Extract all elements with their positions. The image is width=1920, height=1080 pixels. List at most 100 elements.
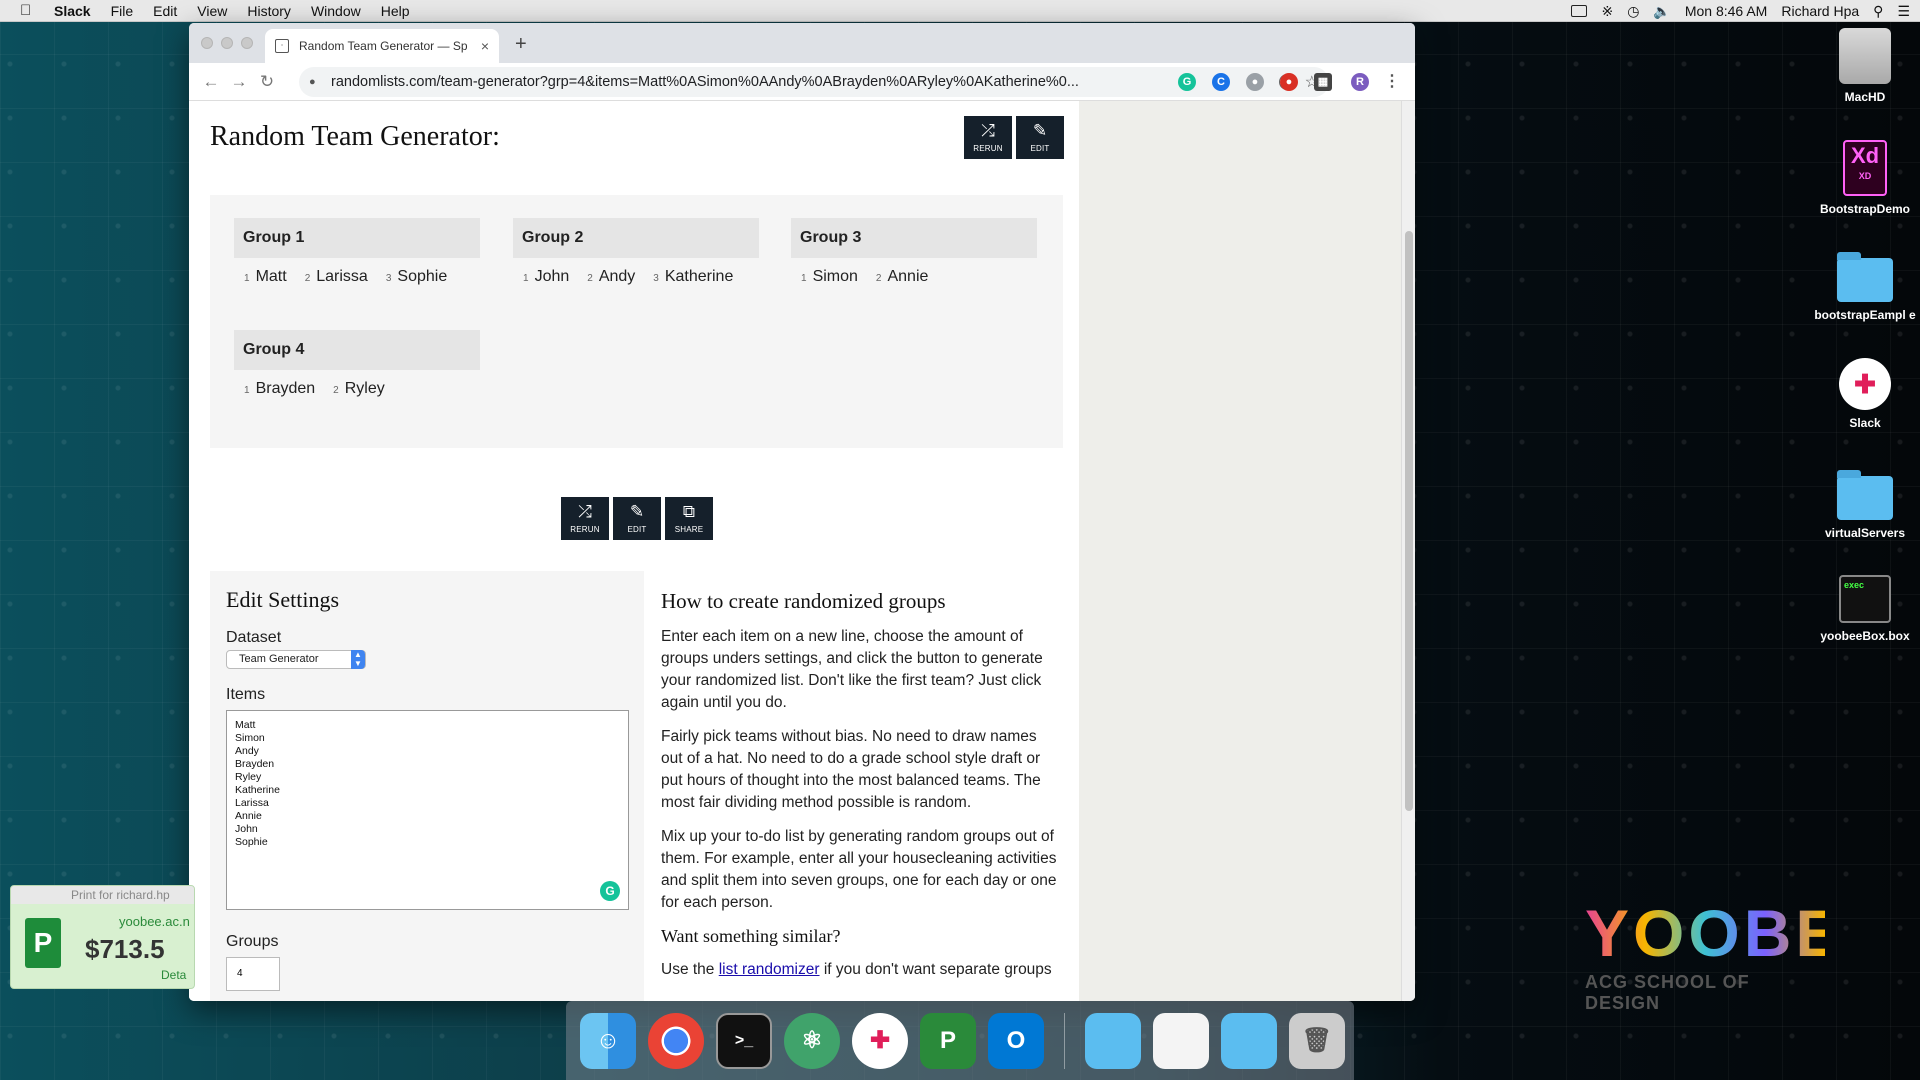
similar-paragraph: Use the list randomizer if you don't wan… — [661, 961, 1052, 978]
grammarly-icon[interactable]: G — [600, 881, 620, 901]
group-member: 1 John — [523, 268, 570, 285]
lock-icon[interactable]: ● — [309, 76, 323, 88]
extension-red-icon[interactable]: ● — [1280, 73, 1298, 91]
print-details-link[interactable]: Deta — [161, 968, 186, 982]
forward-icon[interactable]: → — [225, 72, 253, 92]
rerun-label: RERUN — [973, 144, 1003, 153]
hard-drive-icon — [1839, 28, 1891, 84]
desktop-icon-virtualservers[interactable]: virtualServers — [1810, 470, 1920, 540]
window-zoom-button[interactable] — [241, 37, 253, 49]
menu-app[interactable]: Slack — [54, 3, 91, 19]
menu-view[interactable]: View — [197, 3, 227, 19]
notification-center-icon[interactable]: ☰ — [1897, 3, 1910, 20]
group-card-3: Group 3 1 Simon 2 Annie — [791, 218, 1037, 286]
scrollbar-thumb[interactable] — [1405, 231, 1413, 811]
menu-kebab-icon[interactable]: ⋮ — [1383, 73, 1401, 91]
atom-icon[interactable]: ⚛ — [784, 1012, 840, 1069]
item-line: Brayden — [235, 758, 275, 770]
papercut-dock-icon[interactable]: P — [920, 1012, 976, 1069]
airplay-icon[interactable] — [1571, 5, 1588, 17]
settings-heading: Edit Settings — [226, 587, 340, 612]
desktop-icon-bootstrapdemo[interactable]: Xd XD BootstrapDemo — [1810, 140, 1920, 216]
rerun-button[interactable]: ⤮ RERUN — [561, 497, 609, 540]
extension-gray-icon[interactable]: ● — [1246, 73, 1264, 91]
folder-icon — [1837, 470, 1893, 520]
group-card-4: Group 4 1 Brayden 2 Ryley — [234, 330, 480, 398]
page-scrollbar[interactable] — [1401, 101, 1415, 1001]
browser-tab[interactable]: ⋅ Random Team Generator — Sp × — [265, 29, 499, 63]
desktop-icon-label: BootstrapDemo — [1819, 202, 1910, 216]
print-balance: $713.5 — [85, 934, 165, 964]
tab-close-icon[interactable]: × — [481, 38, 489, 54]
desktop-icon-machd[interactable]: MacHD — [1810, 28, 1920, 104]
list-randomizer-link[interactable]: list randomizer — [719, 961, 820, 978]
apple-icon[interactable]:  — [20, 2, 36, 19]
share-button[interactable]: ⧉ SHARE — [665, 497, 713, 540]
window-minimize-button[interactable] — [221, 37, 233, 49]
address-bar[interactable]: ● randomlists.com/team-generator?grp=4&i… — [299, 67, 1329, 97]
print-widget[interactable]: Print for richard.hp P yoobee.ac.n $713.… — [10, 885, 195, 989]
groups-count-input[interactable]: 4 — [226, 957, 280, 991]
outlook-icon[interactable]: O — [988, 1012, 1044, 1069]
xd-file-icon: Xd XD — [1843, 140, 1887, 196]
extension-calculator-icon[interactable]: ▦ — [1314, 73, 1332, 91]
bottom-action-buttons: ⤮ RERUN ✎ EDIT ⧉ SHARE — [561, 497, 713, 540]
edit-button[interactable]: ✎ EDIT — [1016, 116, 1064, 159]
menu-edit[interactable]: Edit — [153, 3, 177, 19]
edit-button[interactable]: ✎ EDIT — [613, 497, 661, 540]
group-member: 2 Andy — [587, 268, 636, 285]
desktop-icon-label: virtualServers — [1824, 526, 1906, 540]
extension-c-icon[interactable]: C — [1212, 73, 1230, 91]
group-member: 2 Larissa — [304, 268, 368, 285]
items-textarea[interactable]: Matt Simon Andy Brayden Ryley Katherine … — [226, 710, 629, 910]
reload-icon[interactable]: ↻ — [253, 72, 281, 92]
item-line: Katherine — [235, 784, 280, 796]
menu-file[interactable]: File — [111, 3, 134, 19]
wifi-icon[interactable]: ◷ — [1627, 3, 1639, 20]
share-label: SHARE — [674, 525, 704, 534]
desktop-icon-yoobeebox[interactable]: exec yoobeeBox.box — [1810, 575, 1920, 643]
volume-icon[interactable]: 🔈 — [1653, 3, 1670, 20]
pencil-icon: ✎ — [629, 502, 645, 521]
desktop-icon-label: Slack — [1849, 416, 1881, 430]
menubar-user[interactable]: Richard Hpa — [1781, 3, 1859, 19]
menubar-clock[interactable]: Mon 8:46 AM — [1685, 3, 1768, 19]
trash-icon[interactable]: 🗑 — [1289, 1012, 1345, 1069]
shuffle-icon: ⤮ — [981, 121, 995, 140]
dataset-select[interactable]: Team Generator ▲ ▼ — [226, 650, 366, 669]
dice-favicon-icon: ⋅ — [275, 39, 289, 53]
desktop-icon-bootstrapeample[interactable]: bootstrapEampl e — [1810, 252, 1920, 322]
edit-label: EDIT — [627, 525, 647, 534]
edit-label: EDIT — [1030, 144, 1050, 153]
item-line: Ryley — [235, 771, 262, 783]
browser-window: ⋅ Random Team Generator — Sp × + ← → ↻ ●… — [189, 23, 1415, 1001]
chrome-icon[interactable] — [648, 1012, 704, 1069]
page-viewport: Random Team Generator: ⤮ RERUN ✎ EDIT Gr… — [189, 101, 1415, 1001]
profile-avatar[interactable]: R — [1351, 73, 1369, 91]
downloads-dock-icon[interactable] — [1221, 1012, 1277, 1069]
folder-dock-icon[interactable] — [1085, 1012, 1141, 1069]
yoobee-logo: YOOBEE — [1585, 896, 1892, 970]
menu-help[interactable]: Help — [381, 3, 410, 19]
finder-icon[interactable]: ☺ — [580, 1012, 636, 1069]
spotlight-icon[interactable]: ⚲ — [1873, 3, 1883, 20]
grammarly-extension-icon[interactable]: G — [1178, 73, 1196, 91]
desktop-icon-slack[interactable]: ✚ Slack — [1810, 358, 1920, 430]
yoobee-subtitle: ACG SCHOOL OF DESIGN — [1585, 972, 1750, 1013]
documents-dock-icon[interactable] — [1153, 1012, 1209, 1069]
window-close-button[interactable] — [201, 37, 213, 49]
menu-history[interactable]: History — [247, 3, 291, 19]
group-member: 1 Matt — [244, 268, 287, 285]
url-text: randomlists.com/team-generator?grp=4&ite… — [331, 74, 1079, 90]
howto-paragraph: Mix up your to-do list by generating ran… — [661, 828, 1057, 911]
terminal-icon[interactable]: >_ — [716, 1012, 772, 1069]
groups-label: Groups — [226, 933, 279, 950]
new-tab-button[interactable]: + — [515, 33, 527, 56]
item-line: Sophie — [235, 836, 268, 848]
rerun-button[interactable]: ⤮ RERUN — [964, 116, 1012, 159]
slack-dock-icon[interactable]: ✚ — [852, 1012, 908, 1069]
bluetooth-icon[interactable]: ※ — [1601, 3, 1613, 20]
browser-toolbar: ← → ↻ ● randomlists.com/team-generator?g… — [189, 63, 1415, 101]
back-icon[interactable]: ← — [197, 72, 225, 92]
menu-window[interactable]: Window — [311, 3, 361, 19]
